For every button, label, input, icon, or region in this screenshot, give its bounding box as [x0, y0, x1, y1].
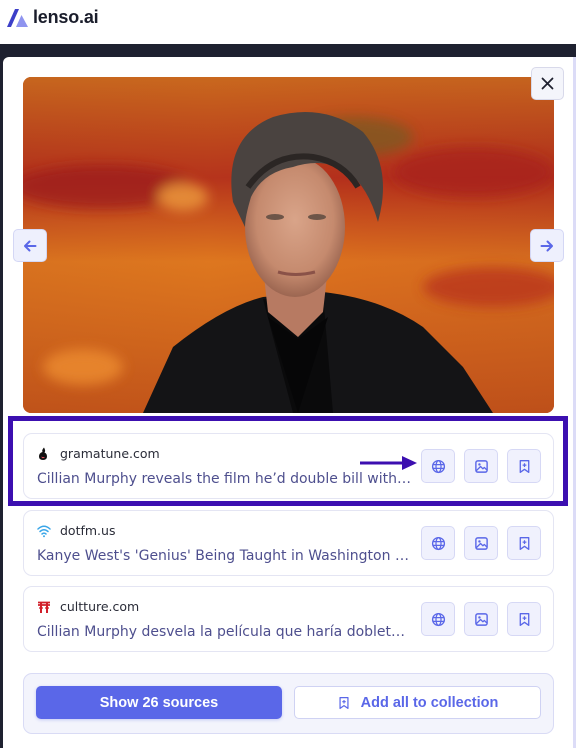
image-icon: [474, 612, 488, 626]
add-all-label: Add all to collection: [360, 694, 499, 711]
result-card[interactable]: dotfm.us Kanye West's 'Genius' Being Tau…: [23, 510, 554, 576]
result-actions: [421, 449, 541, 483]
modal-footer: Show 26 sources Add all to collection: [23, 673, 554, 734]
close-icon: [541, 77, 554, 90]
result-card[interactable]: cultture.com Cillian Murphy desvela la p…: [23, 586, 554, 652]
bookmark-add-icon: [519, 459, 529, 473]
globe-icon: [431, 459, 445, 473]
view-image-button[interactable]: [464, 526, 498, 560]
show-sources-button[interactable]: Show 26 sources: [36, 686, 282, 719]
result-domain: gramatune.com: [60, 446, 160, 461]
wifi-favicon-icon: [37, 524, 51, 538]
result-source: cultture.com: [37, 599, 139, 614]
bookmark-add-icon: [519, 612, 529, 626]
visit-site-button[interactable]: [421, 526, 455, 560]
result-actions: [421, 602, 541, 636]
image-icon: [474, 536, 488, 550]
app-name: lenso.ai: [33, 7, 99, 27]
result-image: [23, 77, 554, 413]
result-source: gramatune.com: [37, 446, 160, 461]
add-all-to-collection-button[interactable]: Add all to collection: [294, 686, 541, 719]
next-image-button[interactable]: [530, 229, 564, 262]
view-image-button[interactable]: [464, 602, 498, 636]
arrow-left-icon: [24, 240, 37, 251]
result-title[interactable]: Kanye West's 'Genius' Being Taught in Wa…: [37, 548, 412, 564]
visit-site-button[interactable]: [421, 449, 455, 483]
result-source: dotfm.us: [37, 523, 115, 538]
gramatune-favicon-icon: [37, 447, 51, 461]
add-to-collection-button[interactable]: [507, 526, 541, 560]
result-title[interactable]: Cillian Murphy desvela la película que h…: [37, 624, 412, 640]
lenso-logo-icon: [7, 8, 28, 27]
globe-icon: [431, 612, 445, 626]
annotation-arrow-icon: [360, 456, 417, 470]
bookmark-add-icon: [339, 696, 349, 709]
cultture-favicon-icon: [37, 600, 51, 614]
previous-image-button[interactable]: [13, 229, 47, 262]
arrow-right-icon: [540, 240, 553, 251]
add-to-collection-button[interactable]: [507, 602, 541, 636]
close-button[interactable]: [531, 67, 564, 100]
globe-icon: [431, 536, 445, 550]
view-image-button[interactable]: [464, 449, 498, 483]
result-actions: [421, 526, 541, 560]
result-title[interactable]: Cillian Murphy reveals the film he’d dou…: [37, 471, 412, 487]
bookmark-add-icon: [519, 536, 529, 550]
result-card[interactable]: gramatune.com Cillian Murphy reveals the…: [23, 433, 554, 499]
portrait-image: [23, 77, 554, 413]
add-to-collection-button[interactable]: [507, 449, 541, 483]
result-domain: dotfm.us: [60, 523, 116, 538]
logo[interactable]: lenso.ai: [7, 7, 99, 28]
image-icon: [474, 459, 488, 473]
result-domain: cultture.com: [60, 599, 140, 614]
visit-site-button[interactable]: [421, 602, 455, 636]
top-bar: lenso.ai: [0, 0, 576, 44]
